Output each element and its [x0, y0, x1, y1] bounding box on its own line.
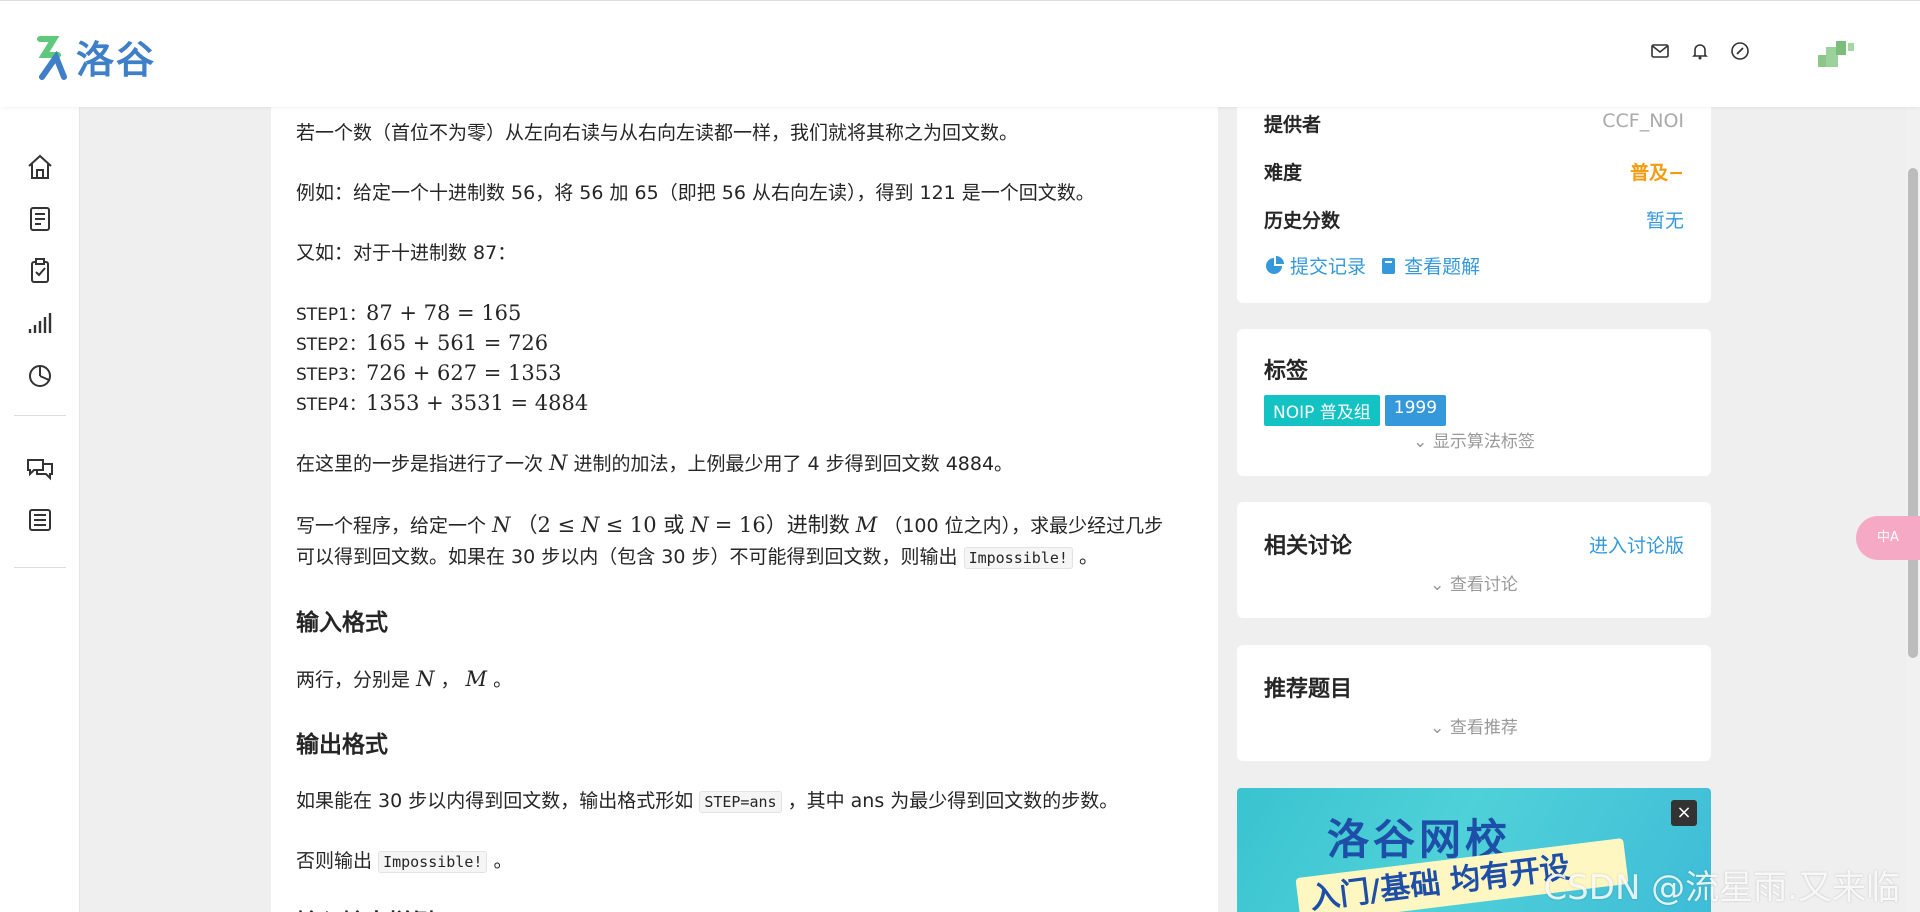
paragraph-task-line-1: 写一个程序，给定一个 N （2 ≤ N ≤ 10 或 N = 16）进制数 M …	[296, 513, 1164, 537]
history-score-row: 历史分数 暂无	[1264, 206, 1684, 233]
paragraph-task-line-2: 可以得到回文数。如果在 30 步以内（包含 30 步）不可能得到回文数，则输出 …	[296, 546, 1098, 569]
book-icon	[1382, 258, 1396, 274]
edit-icon[interactable]	[1730, 41, 1750, 61]
ranking-icon[interactable]	[24, 307, 56, 339]
problem-book-icon[interactable]	[24, 203, 56, 235]
top-header: 洛谷	[0, 0, 1920, 107]
paragraph-another-example: 又如：对于十进制数 87：	[296, 242, 517, 264]
view-recommendations-toggle[interactable]: ⌄ 查看推荐	[1237, 713, 1711, 738]
section-heading-sample: 输入输出样例	[296, 903, 434, 912]
watermark: CSDN @流星雨.又来临	[1543, 868, 1900, 908]
bell-icon[interactable]	[1690, 41, 1710, 61]
paragraph-example: 例如：给定一个十进制数 56，将 56 加 65（即把 56 从右向左读），得到…	[296, 182, 1095, 204]
discussion-title: 相关讨论	[1264, 534, 1353, 559]
inline-code: STEP=ans	[699, 791, 782, 813]
sidebar-divider	[14, 567, 66, 568]
paragraph-output-format: 如果能在 30 步以内得到回文数，输出格式形如 STEP=ans ，其中 ans…	[296, 790, 1119, 813]
tags-title: 标签	[1264, 359, 1309, 384]
logo-text: 洛谷	[76, 38, 157, 82]
view-discussion-toggle[interactable]: ⌄ 查看讨论	[1237, 570, 1711, 595]
article-icon[interactable]	[24, 504, 56, 536]
recommended-problems-card: 推荐题目 ⌄ 查看推荐	[1237, 645, 1711, 761]
chevron-down-icon: ⌄	[1413, 432, 1428, 452]
scrollbar-thumb[interactable]	[1908, 168, 1918, 658]
enter-discussion-link[interactable]: 进入讨论版	[1589, 531, 1684, 558]
inline-code: Impossible!	[378, 851, 488, 873]
provider-value[interactable]: CCF_NOI	[1602, 110, 1684, 137]
problem-info-card: 提供者 CCF_NOI 难度 普及− 历史分数 暂无 提交记录 查看题解	[1237, 100, 1711, 303]
header-icons	[1650, 41, 1750, 61]
tag-list: NOIP 普及组 1999	[1264, 395, 1447, 426]
task-clipboard-icon[interactable]	[24, 255, 56, 287]
step-line-2: STEP2：165 + 561 = 726	[296, 331, 549, 355]
paragraph-input-format: 两行，分别是 N ， M 。	[296, 667, 513, 691]
difficulty-value: 普及−	[1630, 162, 1684, 184]
difficulty-row: 难度 普及−	[1264, 158, 1684, 185]
history-score-value: 暂无	[1645, 210, 1684, 232]
section-heading-input: 输入格式	[296, 610, 388, 636]
discussion-icon[interactable]	[24, 452, 56, 484]
section-heading-output: 输出格式	[296, 732, 388, 758]
record-pie-icon[interactable]	[24, 359, 56, 391]
problem-statement: 若一个数（首位不为零）从左向右读与从右向左读都一样，我们就将其称之为回文数。 例…	[271, 107, 1218, 912]
view-solutions-link[interactable]: 查看题解	[1380, 252, 1480, 279]
chevron-down-icon: ⌄	[1430, 718, 1445, 738]
submission-records-link[interactable]: 提交记录	[1264, 252, 1366, 279]
step-line-1: STEP1：87 + 78 = 165	[296, 301, 522, 325]
left-sidebar	[0, 107, 80, 912]
related-discussion-card: 相关讨论 进入讨论版 ⌄ 查看讨论	[1237, 502, 1711, 618]
avatar[interactable]	[1814, 37, 1860, 71]
step-line-3: STEP3：726 + 627 = 1353	[296, 361, 562, 385]
sidebar-divider	[14, 415, 66, 416]
info-links: 提交记录 查看题解	[1264, 252, 1480, 279]
pie-chart-icon	[1266, 256, 1284, 274]
tags-card: 标签 NOIP 普及组 1999 ⌄ 显示算法标签	[1237, 329, 1711, 476]
recommend-title: 推荐题目	[1264, 677, 1353, 702]
tag-year[interactable]: 1999	[1384, 395, 1447, 426]
step-line-4: STEP4：1353 + 3531 = 4884	[296, 391, 589, 415]
paragraph-step-explanation: 在这里的一步是指进行了一次 N 进制的加法，上例最少用了 4 步得到回文数 48…	[296, 451, 1014, 475]
show-algorithm-tags-toggle[interactable]: ⌄ 显示算法标签	[1237, 427, 1711, 452]
translate-button[interactable]: 中A	[1856, 516, 1920, 560]
mail-icon[interactable]	[1650, 41, 1670, 61]
ad-close-button[interactable]: ×	[1671, 800, 1697, 826]
home-icon[interactable]	[24, 151, 56, 183]
paragraph-output-otherwise: 否则输出 Impossible! 。	[296, 850, 513, 873]
chevron-down-icon: ⌄	[1430, 575, 1445, 595]
paragraph-definition: 若一个数（首位不为零）从左向右读与从右向左读都一样，我们就将其称之为回文数。	[296, 122, 1019, 144]
luogu-logo[interactable]: 洛谷	[34, 29, 156, 84]
inline-code: Impossible!	[963, 547, 1073, 569]
provider-row: 提供者 CCF_NOI	[1264, 110, 1684, 137]
luogu-logo-icon	[37, 35, 67, 80]
tag-noip[interactable]: NOIP 普及组	[1264, 395, 1380, 426]
